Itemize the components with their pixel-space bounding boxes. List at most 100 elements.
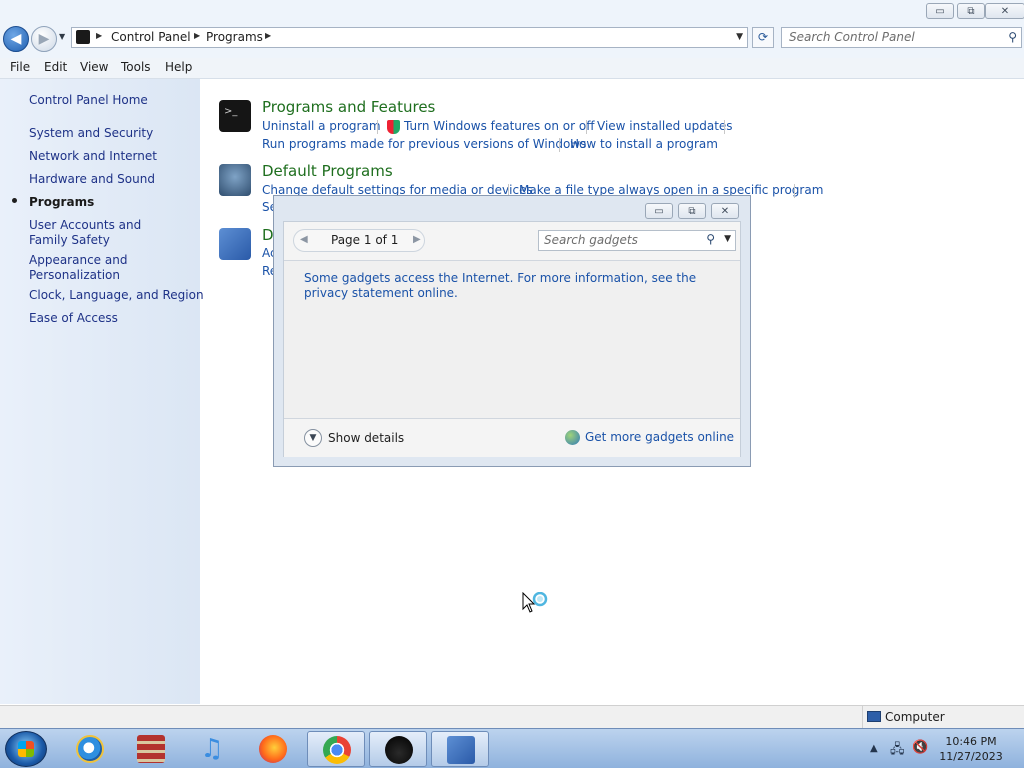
category-title-programs-and-features[interactable]: Programs and Features <box>262 98 435 116</box>
dialog-minimize-button[interactable]: ▭ <box>645 203 673 219</box>
status-zone-label: Computer <box>885 710 945 724</box>
sidebar-item-system-and-security[interactable]: System and Security <box>29 126 153 141</box>
taskbar-firefox[interactable] <box>244 731 302 767</box>
show-hidden-icons-icon[interactable]: ▲ <box>870 743 878 754</box>
menu-view[interactable]: View <box>80 60 108 74</box>
back-button[interactable]: ◀ <box>3 26 29 52</box>
menu-bar: File Edit View Tools Help <box>0 58 1024 79</box>
programs-features-icon[interactable]: >_ <box>219 100 251 132</box>
start-button[interactable] <box>5 731 47 767</box>
maximize-button[interactable]: ⧉ <box>957 3 985 19</box>
search-gadgets-input[interactable]: Search gadgets ⚲ ▼ <box>538 230 736 251</box>
default-programs-icon[interactable] <box>219 164 251 196</box>
page-indicator: Page 1 of 1 <box>331 233 399 247</box>
sidebar-item-programs[interactable]: Programs <box>29 195 94 210</box>
clock[interactable]: 10:46 PM 11/27/2023 <box>932 734 1010 764</box>
link-separator <box>586 120 587 134</box>
breadcrumb-chevron-icon[interactable]: ▶ <box>96 31 102 40</box>
address-bar[interactable]: ▶ Control Panel ▶ Programs ▶ ▼ <box>71 27 748 48</box>
minimize-button[interactable]: ▭ <box>926 3 954 19</box>
clock-time: 10:46 PM <box>945 735 997 748</box>
control-panel-icon <box>76 30 90 44</box>
sidebar-item-ease-of-access[interactable]: Ease of Access <box>29 311 118 326</box>
hat-icon <box>385 736 413 764</box>
next-page-icon[interactable]: ▶ <box>413 234 421 245</box>
gadget-gallery-body: ◀ Page 1 of 1 ▶ Search gadgets ⚲ ▼ Some … <box>283 221 741 457</box>
taskbar-archive-manager[interactable] <box>122 731 180 767</box>
taskbar-chrome[interactable] <box>307 731 365 767</box>
gadget-toolbar: ◀ Page 1 of 1 ▶ Search gadgets ⚲ ▼ <box>284 222 740 261</box>
search-control-panel-input[interactable]: Search Control Panel ⚲ <box>781 27 1022 48</box>
expand-details-icon[interactable]: ▼ <box>304 429 322 447</box>
breadcrumb-chevron-icon[interactable]: ▶ <box>265 31 271 40</box>
link-turn-windows-features[interactable]: Turn Windows features on or off <box>404 119 595 133</box>
music-note-icon: ♫ <box>200 734 224 764</box>
taskbar-control-panel[interactable] <box>431 731 489 767</box>
system-tray: ▲ 🖧 🔇 10:46 PM 11/27/2023 <box>864 729 1024 769</box>
uac-shield-icon <box>387 120 400 134</box>
volume-muted-icon[interactable]: 🔇 <box>912 740 928 755</box>
search-icon[interactable]: ⚲ <box>1008 30 1017 44</box>
internet-explorer-icon <box>76 735 104 763</box>
clock-date: 11/27/2023 <box>939 750 1003 763</box>
breadcrumb-chevron-icon[interactable]: ▶ <box>194 31 200 40</box>
link-run-older-programs[interactable]: Run programs made for previous versions … <box>262 137 586 151</box>
taskbar-internet-explorer[interactable] <box>61 731 119 767</box>
menu-tools[interactable]: Tools <box>121 60 151 74</box>
status-zone: Computer <box>862 706 1024 728</box>
search-dropdown-icon[interactable]: ▼ <box>724 234 731 244</box>
link-separator <box>724 120 725 134</box>
refresh-icon: ⟳ <box>757 30 769 44</box>
privacy-info-link[interactable]: Some gadgets access the Internet. For mo… <box>304 271 724 301</box>
breadcrumb-programs[interactable]: Programs <box>206 30 263 44</box>
windows-logo-icon <box>18 741 34 757</box>
title-bar <box>0 0 1024 24</box>
sidebar-item-appearance[interactable]: Appearance and Personalization <box>29 253 149 283</box>
link-separator <box>559 138 560 152</box>
gadget-footer: ▼ Show details Get more gadgets online <box>284 418 740 457</box>
dialog-maximize-button[interactable]: ⧉ <box>678 203 706 219</box>
menu-file[interactable]: File <box>10 60 30 74</box>
search-gadgets-placeholder: Search gadgets <box>544 233 638 247</box>
globe-icon <box>565 430 580 445</box>
address-dropdown-icon[interactable]: ▼ <box>736 32 743 42</box>
get-more-gadgets-link[interactable]: Get more gadgets online <box>585 430 734 444</box>
search-icon[interactable]: ⚲ <box>706 232 715 246</box>
forward-button[interactable]: ▶ <box>31 26 57 52</box>
link-how-to-install[interactable]: How to install a program <box>570 137 718 151</box>
dialog-close-button[interactable]: ✕ <box>711 203 739 219</box>
sidebar-item-hardware-and-sound[interactable]: Hardware and Sound <box>29 172 155 187</box>
chrome-icon <box>323 736 351 764</box>
sidebar-item-control-panel-home[interactable]: Control Panel Home <box>29 93 148 108</box>
page-navigator: ◀ Page 1 of 1 ▶ <box>293 229 425 252</box>
recent-pages-dropdown-icon[interactable]: ▼ <box>59 32 65 41</box>
gadget-gallery-dialog: ▭ ⧉ ✕ ◀ Page 1 of 1 ▶ Search gadgets ⚲ ▼… <box>273 195 751 467</box>
sidebar-item-network-and-internet[interactable]: Network and Internet <box>29 149 157 164</box>
control-panel-icon <box>447 736 475 764</box>
link-view-installed-updates[interactable]: View installed updates <box>597 119 733 133</box>
sidebar-item-clock-language-region[interactable]: Clock, Language, and Region <box>29 288 204 303</box>
taskbar-itunes[interactable]: ♫ <box>183 731 241 767</box>
category-title-desktop-gadgets-partial[interactable]: D <box>262 226 274 244</box>
close-button[interactable]: ✕ <box>985 3 1024 19</box>
desktop-gadgets-icon[interactable] <box>219 228 251 260</box>
back-arrow-icon: ◀ <box>10 31 22 47</box>
taskbar: ♫ ▲ 🖧 🔇 10:46 PM 11/27/2023 <box>0 728 1024 768</box>
category-title-default-programs[interactable]: Default Programs <box>262 162 393 180</box>
breadcrumb-control-panel[interactable]: Control Panel <box>111 30 191 44</box>
archive-icon <box>137 735 165 763</box>
network-icon[interactable]: 🖧 <box>890 740 905 762</box>
computer-icon <box>867 711 881 722</box>
menu-edit[interactable]: Edit <box>44 60 67 74</box>
show-details-button[interactable]: Show details <box>328 431 404 445</box>
forward-arrow-icon: ▶ <box>38 31 50 47</box>
menu-help[interactable]: Help <box>165 60 192 74</box>
active-item-bullet <box>12 198 17 203</box>
link-uninstall-program[interactable]: Uninstall a program <box>262 119 381 133</box>
previous-page-icon[interactable]: ◀ <box>300 234 308 245</box>
taskbar-explorer-hat[interactable] <box>369 731 427 767</box>
refresh-button[interactable]: ⟳ <box>752 27 774 48</box>
status-bar: Computer <box>0 705 1024 728</box>
link-separator <box>377 120 378 134</box>
sidebar-item-user-accounts[interactable]: User Accounts and Family Safety <box>29 218 179 248</box>
